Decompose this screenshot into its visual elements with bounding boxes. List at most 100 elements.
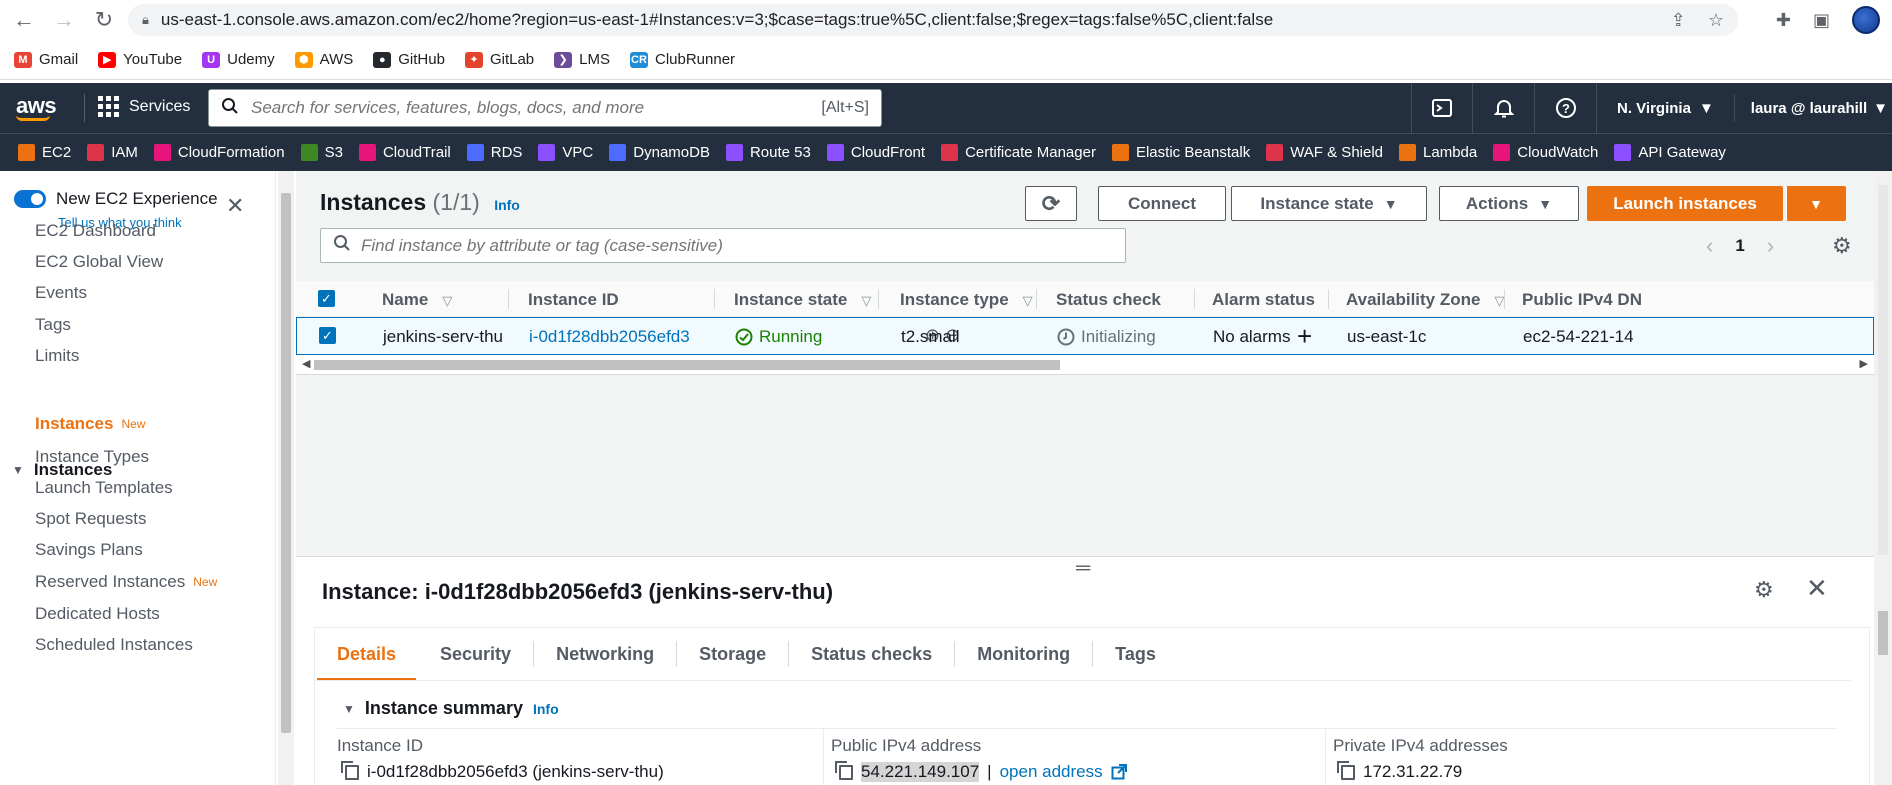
scroll-left-icon[interactable]: ◀ [302, 357, 310, 370]
favorite-cloudtrail[interactable]: CloudTrail [358, 144, 451, 161]
copy-icon[interactable] [341, 760, 359, 780]
info-link[interactable]: Info [533, 701, 559, 717]
tab-networking[interactable]: Networking [534, 641, 678, 667]
tab-storage[interactable]: Storage [677, 641, 790, 667]
bookmark-udemy[interactable]: U Udemy [202, 51, 275, 68]
sidebar-item-spot-requests[interactable]: Spot Requests [35, 509, 147, 529]
sidebar-item-ec2-dashboard[interactable]: EC2 Dashboard [35, 221, 156, 241]
prev-page-icon[interactable]: ‹ [1706, 233, 1713, 259]
tab-monitoring[interactable]: Monitoring [955, 641, 1094, 667]
sidebar-item-instances[interactable]: Instances New [35, 414, 145, 434]
column-header-name[interactable]: Name ▽ [382, 290, 452, 310]
favorite-s3[interactable]: S3 [300, 144, 343, 161]
favorite-vpc[interactable]: VPC [538, 144, 593, 161]
close-detail-icon[interactable]: ✕ [1806, 573, 1828, 604]
row-checkbox[interactable]: ✓ [319, 327, 336, 344]
favorite-waf-shield[interactable]: WAF & Shield [1266, 144, 1383, 161]
favorite-certificate-manager[interactable]: Certificate Manager [941, 144, 1096, 161]
sidebar-item-instance-types[interactable]: Instance Types [35, 447, 149, 467]
table-row[interactable]: ✓ jenkins-serv-thu i-0d1f28dbb2056efd3 R… [296, 317, 1874, 355]
detail-preferences-gear-icon[interactable]: ⚙ [1754, 577, 1774, 603]
page-scrollbar[interactable] [1874, 171, 1892, 785]
connect-button[interactable]: Connect [1098, 186, 1226, 221]
help-icon[interactable]: ? [1535, 83, 1598, 133]
favorite-iam[interactable]: IAM [87, 144, 138, 161]
bookmark-youtube[interactable]: ▶ YouTube [98, 51, 182, 68]
favorite-route-53[interactable]: Route 53 [725, 144, 811, 161]
launch-instances-button[interactable]: Launch instances [1587, 186, 1783, 221]
refresh-button[interactable]: ⟳ [1025, 186, 1077, 221]
sidebar-item-reserved-instances[interactable]: Reserved Instances New [35, 572, 217, 592]
sidebar-item-launch-templates[interactable]: Launch Templates [35, 478, 173, 498]
bookmark-gmail[interactable]: M Gmail [14, 51, 78, 68]
bookmark-gitlab[interactable]: ✦ GitLab [464, 51, 534, 68]
instance-filter-input[interactable] [361, 235, 1101, 256]
tab-security[interactable]: Security [418, 641, 535, 667]
table-preferences-gear-icon[interactable]: ⚙ [1832, 233, 1852, 259]
tab-details[interactable]: Details [315, 641, 418, 681]
table-horizontal-scrollbar[interactable]: ◀ ▶ [296, 355, 1874, 375]
sidebar-item-limits[interactable]: Limits [35, 346, 79, 366]
info-link[interactable]: Info [494, 197, 520, 213]
tab-tags[interactable]: Tags [1093, 641, 1178, 667]
actions-button[interactable]: Actions ▼ [1439, 186, 1579, 221]
favorite-lambda[interactable]: Lambda [1399, 144, 1477, 161]
column-header-instance-state[interactable]: Instance state ▽ [734, 290, 871, 310]
sidebar-item-ec2-global-view[interactable]: EC2 Global View [35, 252, 163, 272]
favorite-cloudfront[interactable]: CloudFront [826, 144, 925, 161]
sidebar-item-dedicated-hosts[interactable]: Dedicated Hosts [35, 604, 160, 624]
forward-icon[interactable]: → [50, 6, 78, 34]
instance-filter[interactable] [320, 228, 1126, 263]
extensions-icon[interactable]: ✚ [1776, 10, 1791, 31]
aws-logo[interactable]: aws [16, 93, 57, 121]
favorite-elastic-beanstalk[interactable]: Elastic Beanstalk [1111, 144, 1250, 161]
favorite-rds[interactable]: RDS [466, 144, 522, 161]
instance-state-button[interactable]: Instance state ▼ [1231, 186, 1427, 221]
bookmark-aws[interactable]: ⬢ AWS [294, 51, 353, 68]
favorite-api-gateway[interactable]: API Gateway [1614, 144, 1726, 161]
address-bar[interactable]: 🔒︎ us-east-1.console.aws.amazon.com/ec2/… [128, 4, 1738, 36]
aws-search-input[interactable] [251, 98, 811, 118]
current-page[interactable]: 1 [1735, 236, 1744, 256]
open-address-link[interactable]: open address [1000, 762, 1103, 782]
column-header-availability-zone[interactable]: Availability Zone ▽ [1346, 290, 1504, 310]
tab-status-checks[interactable]: Status checks [789, 641, 956, 667]
region-selector[interactable]: N. Virginia ▼ [1597, 94, 1735, 122]
column-header-instance-id[interactable]: Instance ID [528, 290, 619, 310]
scroll-right-icon[interactable]: ▶ [1860, 357, 1868, 370]
reload-icon[interactable]: ↻ [90, 6, 118, 34]
side-panel-icon[interactable]: ▣ [1813, 10, 1830, 31]
next-page-icon[interactable]: › [1767, 233, 1774, 259]
bookmark-lms[interactable]: ❯ LMS [554, 51, 610, 68]
aws-search-box[interactable]: [Alt+S] [208, 89, 882, 127]
sidebar-item-events[interactable]: Events [35, 283, 87, 303]
resize-handle-icon[interactable]: ═ [1076, 557, 1090, 580]
copy-icon[interactable] [1337, 760, 1355, 780]
close-nav-icon[interactable]: ✕ [226, 193, 244, 219]
instance-summary-heading[interactable]: ▼ Instance summary Info [343, 698, 559, 719]
column-header-instance-type[interactable]: Instance type ▽ [900, 290, 1033, 310]
sidebar-item-scheduled-instances[interactable]: Scheduled Instances [35, 635, 193, 655]
sidebar-item-savings-plans[interactable]: Savings Plans [35, 540, 143, 560]
services-menu-button[interactable]: Services [98, 96, 190, 117]
bookmark-star-icon[interactable]: ☆ [1708, 10, 1724, 31]
profile-avatar[interactable] [1852, 6, 1880, 34]
column-header-status-check[interactable]: Status check [1056, 290, 1161, 310]
favorite-cloudformation[interactable]: CloudFormation [153, 144, 285, 161]
select-all-checkbox[interactable]: ✓ [318, 290, 335, 307]
favorite-dynamodb[interactable]: DynamoDB [609, 144, 710, 161]
back-icon[interactable]: ← [10, 6, 38, 34]
share-icon[interactable]: ⇪ [1671, 10, 1686, 31]
favorite-cloudwatch[interactable]: CloudWatch [1493, 144, 1598, 161]
column-header-public-dns[interactable]: Public IPv4 DN [1522, 290, 1642, 310]
favorite-ec2[interactable]: EC2 [18, 144, 71, 161]
new-experience-toggle[interactable] [14, 190, 46, 208]
sidebar-item-tags[interactable]: Tags [35, 315, 71, 335]
bookmark-github[interactable]: ● GitHub [373, 51, 445, 68]
launch-dropdown-button[interactable]: ▼ [1786, 186, 1846, 221]
cloudshell-icon[interactable] [1411, 83, 1474, 133]
column-header-alarm-status[interactable]: Alarm status [1212, 290, 1315, 310]
copy-icon[interactable] [835, 760, 853, 780]
cell-instance-id-link[interactable]: i-0d1f28dbb2056efd3 [529, 327, 690, 347]
external-link-icon[interactable] [1111, 764, 1127, 780]
